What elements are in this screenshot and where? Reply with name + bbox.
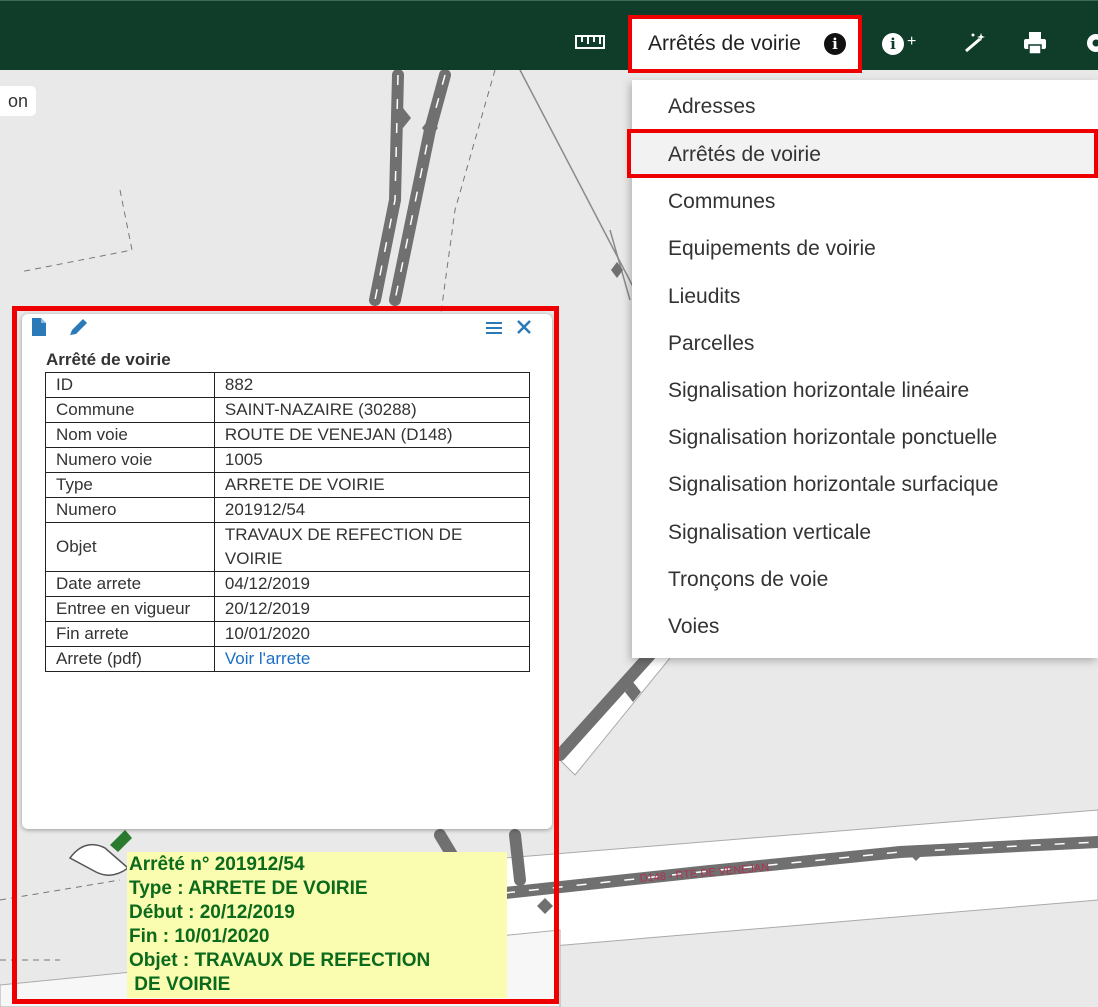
- popup-highlight-frame: [12, 306, 559, 1004]
- menu-item-arretes-de-voirie: Arrêtés de voirie: [668, 143, 821, 166]
- gear-icon[interactable]: [1082, 31, 1098, 55]
- ruler-icon[interactable]: [575, 35, 605, 49]
- menu-item-voies[interactable]: Voies: [668, 615, 719, 639]
- menu-item-parcelles[interactable]: Parcelles: [668, 332, 754, 356]
- menu-item-troncons-de-voie[interactable]: Tronçons de voie: [668, 568, 828, 592]
- left-chip-text: on: [8, 91, 29, 111]
- menu-item-signalisation-horizontale-ponctuelle[interactable]: Signalisation horizontale ponctuelle: [668, 426, 997, 450]
- menu-item-signalisation-horizontale-lineaire[interactable]: Signalisation horizontale linéaire: [668, 379, 969, 403]
- menu-item-signalisation-verticale[interactable]: Signalisation verticale: [668, 521, 871, 545]
- layer-selector-label: Arrêtés de voirie: [648, 32, 801, 55]
- print-icon[interactable]: [1022, 31, 1048, 55]
- menu-item-equipements-de-voirie[interactable]: Equipements de voirie: [668, 237, 876, 261]
- left-panel-chip[interactable]: on: [0, 86, 36, 116]
- layer-selector-button[interactable]: Arrêtés de voirie i: [628, 15, 862, 73]
- menu-item-signalisation-horizontale-surfacique[interactable]: Signalisation horizontale surfacique: [668, 473, 998, 497]
- top-toolbar: Arrêtés de voirie i i +: [0, 0, 1098, 73]
- menu-item-communes[interactable]: Communes: [668, 190, 775, 214]
- menu-item-lieudits[interactable]: Lieudits: [668, 285, 740, 309]
- magic-wand-icon[interactable]: [962, 31, 988, 55]
- info-icon: i: [824, 33, 846, 55]
- menu-item-arretes-de-voirie-selected[interactable]: Arrêtés de voirie: [627, 129, 1098, 178]
- menu-item-adresses[interactable]: Adresses: [668, 95, 756, 119]
- info-plus-icon[interactable]: i +: [882, 31, 916, 55]
